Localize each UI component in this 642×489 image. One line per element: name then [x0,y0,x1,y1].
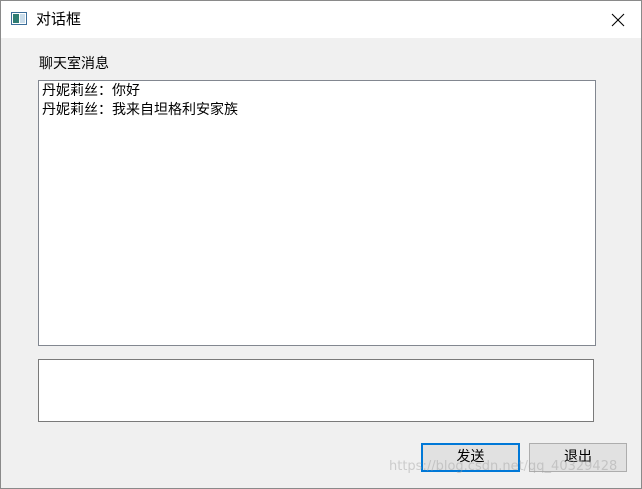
exit-button[interactable]: 退出 [529,443,627,472]
chat-room-label: 聊天室消息 [39,56,109,72]
chat-message: 丹妮莉丝：你好 [42,83,140,99]
message-input[interactable] [38,359,594,422]
chat-messages-box[interactable]: 丹妮莉丝：你好 丹妮莉丝：我来自坦格利安家族 [38,80,596,346]
dialog-window: 对话框 聊天室消息 丹妮莉丝：你好 丹妮莉丝：我来自坦格利安家族 发送 退出 h… [0,0,642,489]
chat-message: 丹妮莉丝：我来自坦格利安家族 [42,102,238,118]
close-icon [611,13,625,27]
close-button[interactable] [595,1,641,38]
window-title: 对话框 [36,10,82,28]
dialog-app-icon [11,12,27,25]
title-bar[interactable]: 对话框 [1,1,641,38]
send-button[interactable]: 发送 [421,443,520,472]
